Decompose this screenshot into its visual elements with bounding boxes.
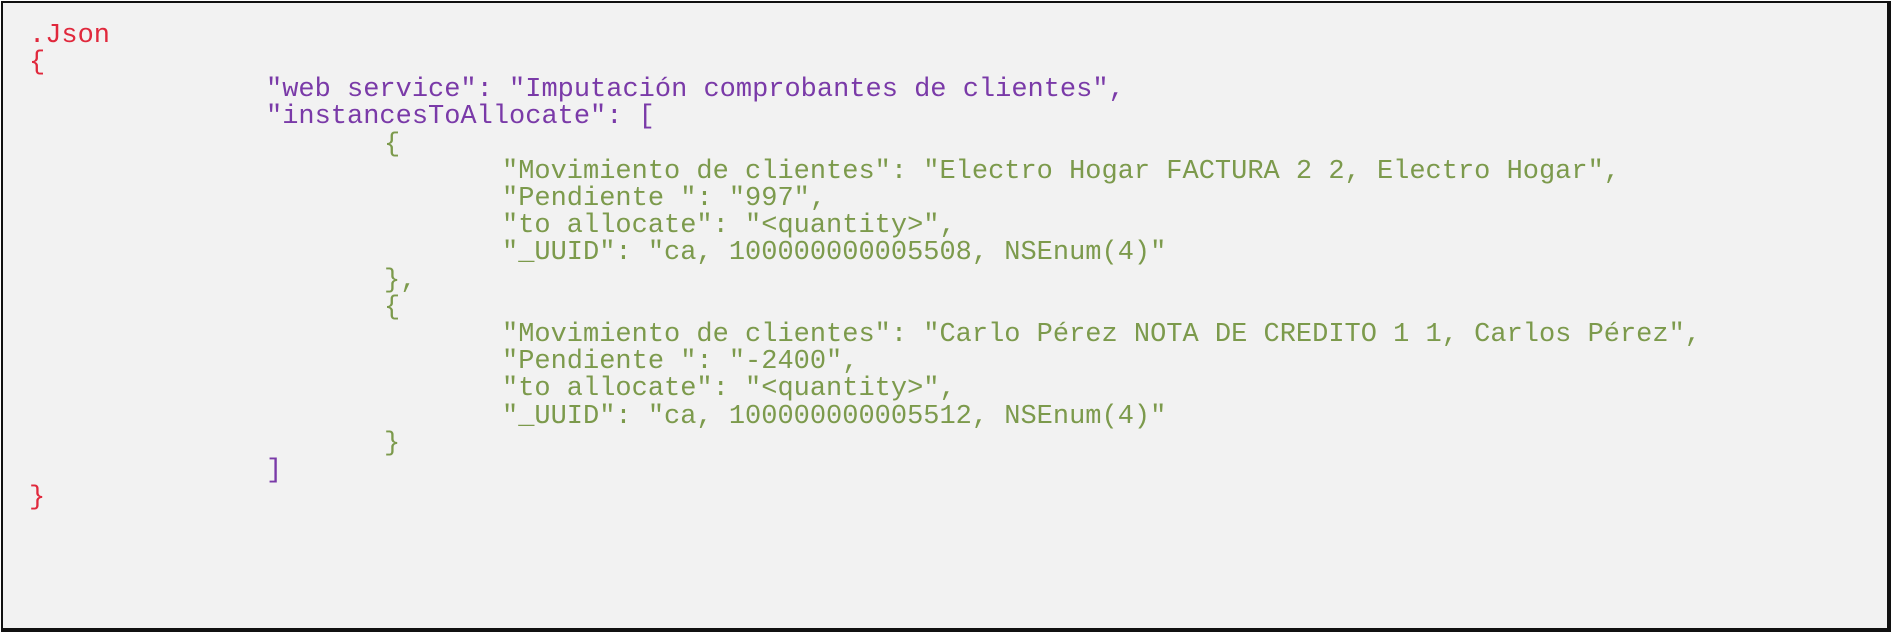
json-code-block: .Json { "web service": "Imputación compr… xyxy=(1,1,1891,632)
code-line-uuid: "_UUID": "ca, 100000000005512, NSEnum(4)… xyxy=(502,402,1167,432)
code-line-array-close: ] xyxy=(266,456,283,486)
code-line-instances-key: "instancesToAllocate": [ xyxy=(266,102,655,132)
code-line-object-open: { xyxy=(384,293,401,323)
code-line-object-close: } xyxy=(384,429,401,459)
code-line-uuid: "_UUID": "ca, 100000000005508, NSEnum(4)… xyxy=(502,238,1167,268)
code-line-open-brace: { xyxy=(29,48,46,78)
code-line-object-open: { xyxy=(384,130,401,160)
code-line-close-brace: } xyxy=(29,483,46,513)
